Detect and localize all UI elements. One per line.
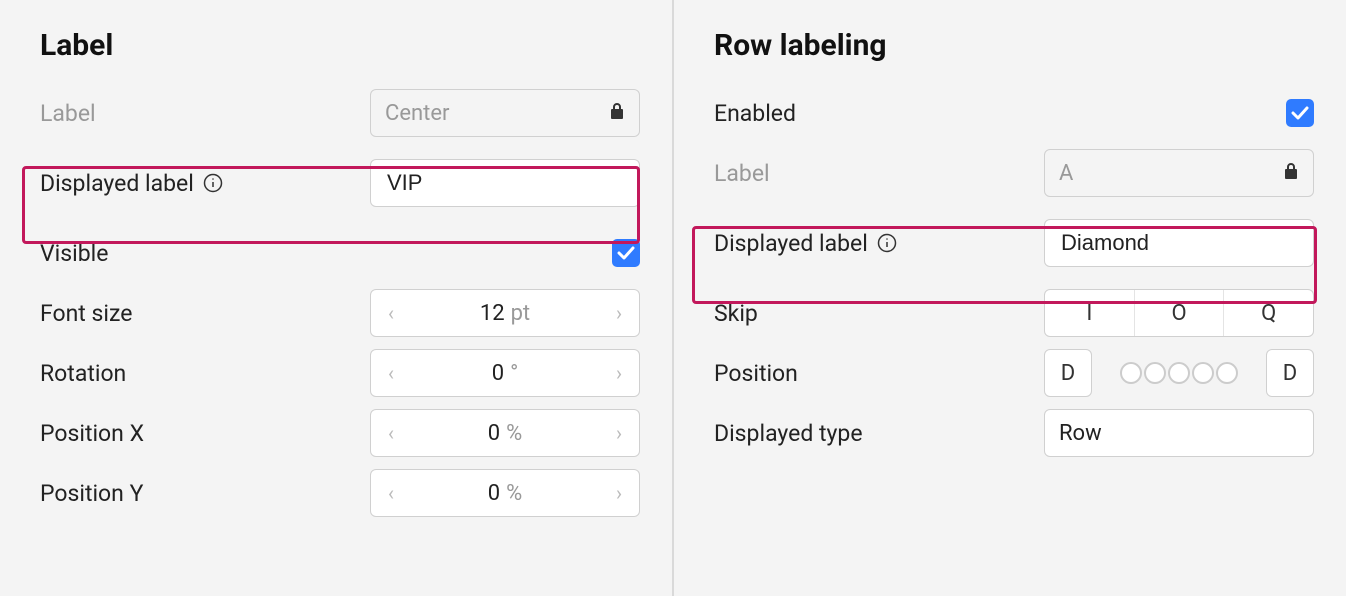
enabled-checkbox[interactable]	[1286, 99, 1314, 127]
row-displayed-label-right: Displayed label	[714, 203, 1314, 283]
dot-icon	[1144, 362, 1166, 384]
displayed-label-input-right[interactable]	[1044, 219, 1314, 267]
decrease-icon[interactable]: ‹	[371, 470, 411, 516]
skip-label: Skip	[714, 300, 1034, 327]
enabled-label: Enabled	[714, 100, 1034, 127]
rotation-label: Rotation	[40, 360, 360, 387]
position-right-button[interactable]: D	[1266, 349, 1314, 397]
row-label: Label Center	[40, 83, 640, 143]
font-size-value: 12	[480, 301, 505, 326]
displayed-label-label-right: Displayed label	[714, 230, 1034, 257]
lock-icon	[609, 101, 625, 126]
skip-segmented[interactable]: I O Q	[1044, 289, 1314, 337]
position-y-stepper[interactable]: ‹ 0 % ›	[370, 469, 640, 517]
row-position-x: Position X ‹ 0 % ›	[40, 403, 640, 463]
position-y-unit: %	[506, 481, 522, 506]
dot-icon	[1168, 362, 1190, 384]
skip-option-q[interactable]: Q	[1224, 290, 1313, 336]
decrease-icon[interactable]: ‹	[371, 290, 411, 336]
rotation-stepper[interactable]: ‹ 0 ° ›	[370, 349, 640, 397]
position-dots	[1106, 362, 1252, 384]
row-displayed-type: Displayed type Row	[714, 403, 1314, 463]
row-skip: Skip I O Q	[714, 283, 1314, 343]
row-enabled: Enabled	[714, 83, 1314, 143]
font-size-label: Font size	[40, 300, 360, 327]
row-font-size: Font size ‹ 12 pt ›	[40, 283, 640, 343]
decrease-icon[interactable]: ‹	[371, 350, 411, 396]
increase-icon[interactable]: ›	[599, 470, 639, 516]
skip-option-i[interactable]: I	[1045, 290, 1135, 336]
info-icon	[202, 172, 224, 194]
panels-container: Label Label Center Displayed label	[0, 0, 1346, 596]
position-control: D D	[1044, 349, 1314, 397]
label-panel: Label Label Center Displayed label	[0, 0, 672, 596]
font-size-stepper[interactable]: ‹ 12 pt ›	[370, 289, 640, 337]
label-section-title: Label	[40, 28, 640, 63]
row-labeling-panel: Row labeling Enabled Label A	[674, 0, 1346, 596]
label-field-label-right: Label	[714, 160, 1034, 187]
row-label-right: Label A	[714, 143, 1314, 203]
row-labeling-section-title: Row labeling	[714, 28, 1314, 63]
position-x-unit: %	[506, 421, 522, 446]
position-x-value: 0	[488, 421, 500, 446]
row-visible: Visible	[40, 223, 640, 283]
rotation-unit: °	[510, 361, 518, 386]
lock-icon	[1283, 161, 1299, 186]
visible-label: Visible	[40, 240, 360, 267]
label-field-label: Label	[40, 100, 360, 127]
rotation-value: 0	[492, 361, 504, 386]
displayed-type-select[interactable]: Row	[1044, 409, 1314, 457]
decrease-icon[interactable]: ‹	[371, 410, 411, 456]
label-field-input-right: A	[1044, 149, 1314, 197]
displayed-type-value: Row	[1059, 421, 1102, 446]
position-y-label: Position Y	[40, 480, 360, 507]
displayed-label-field-right[interactable]	[1059, 220, 1299, 266]
font-size-unit: pt	[511, 301, 531, 326]
dot-icon	[1216, 362, 1238, 384]
displayed-label-field[interactable]	[385, 160, 625, 206]
label-field-value: Center	[385, 101, 449, 126]
increase-icon[interactable]: ›	[599, 290, 639, 336]
skip-option-o[interactable]: O	[1135, 290, 1225, 336]
position-left-button[interactable]: D	[1044, 349, 1092, 397]
label-field-value-right: A	[1059, 161, 1073, 186]
label-field-input: Center	[370, 89, 640, 137]
position-x-label: Position X	[40, 420, 360, 447]
increase-icon[interactable]: ›	[599, 350, 639, 396]
displayed-label-input[interactable]	[370, 159, 640, 207]
row-position-y: Position Y ‹ 0 % ›	[40, 463, 640, 523]
position-y-value: 0	[488, 481, 500, 506]
visible-checkbox[interactable]	[612, 239, 640, 267]
position-label-right: Position	[714, 360, 1034, 387]
displayed-label-label: Displayed label	[40, 170, 360, 197]
info-icon	[876, 232, 898, 254]
dot-icon	[1192, 362, 1214, 384]
row-displayed-label: Displayed label	[40, 143, 640, 223]
displayed-type-label: Displayed type	[714, 420, 1034, 447]
position-x-stepper[interactable]: ‹ 0 % ›	[370, 409, 640, 457]
row-rotation: Rotation ‹ 0 ° ›	[40, 343, 640, 403]
increase-icon[interactable]: ›	[599, 410, 639, 456]
dot-icon	[1120, 362, 1142, 384]
row-position-right: Position D D	[714, 343, 1314, 403]
